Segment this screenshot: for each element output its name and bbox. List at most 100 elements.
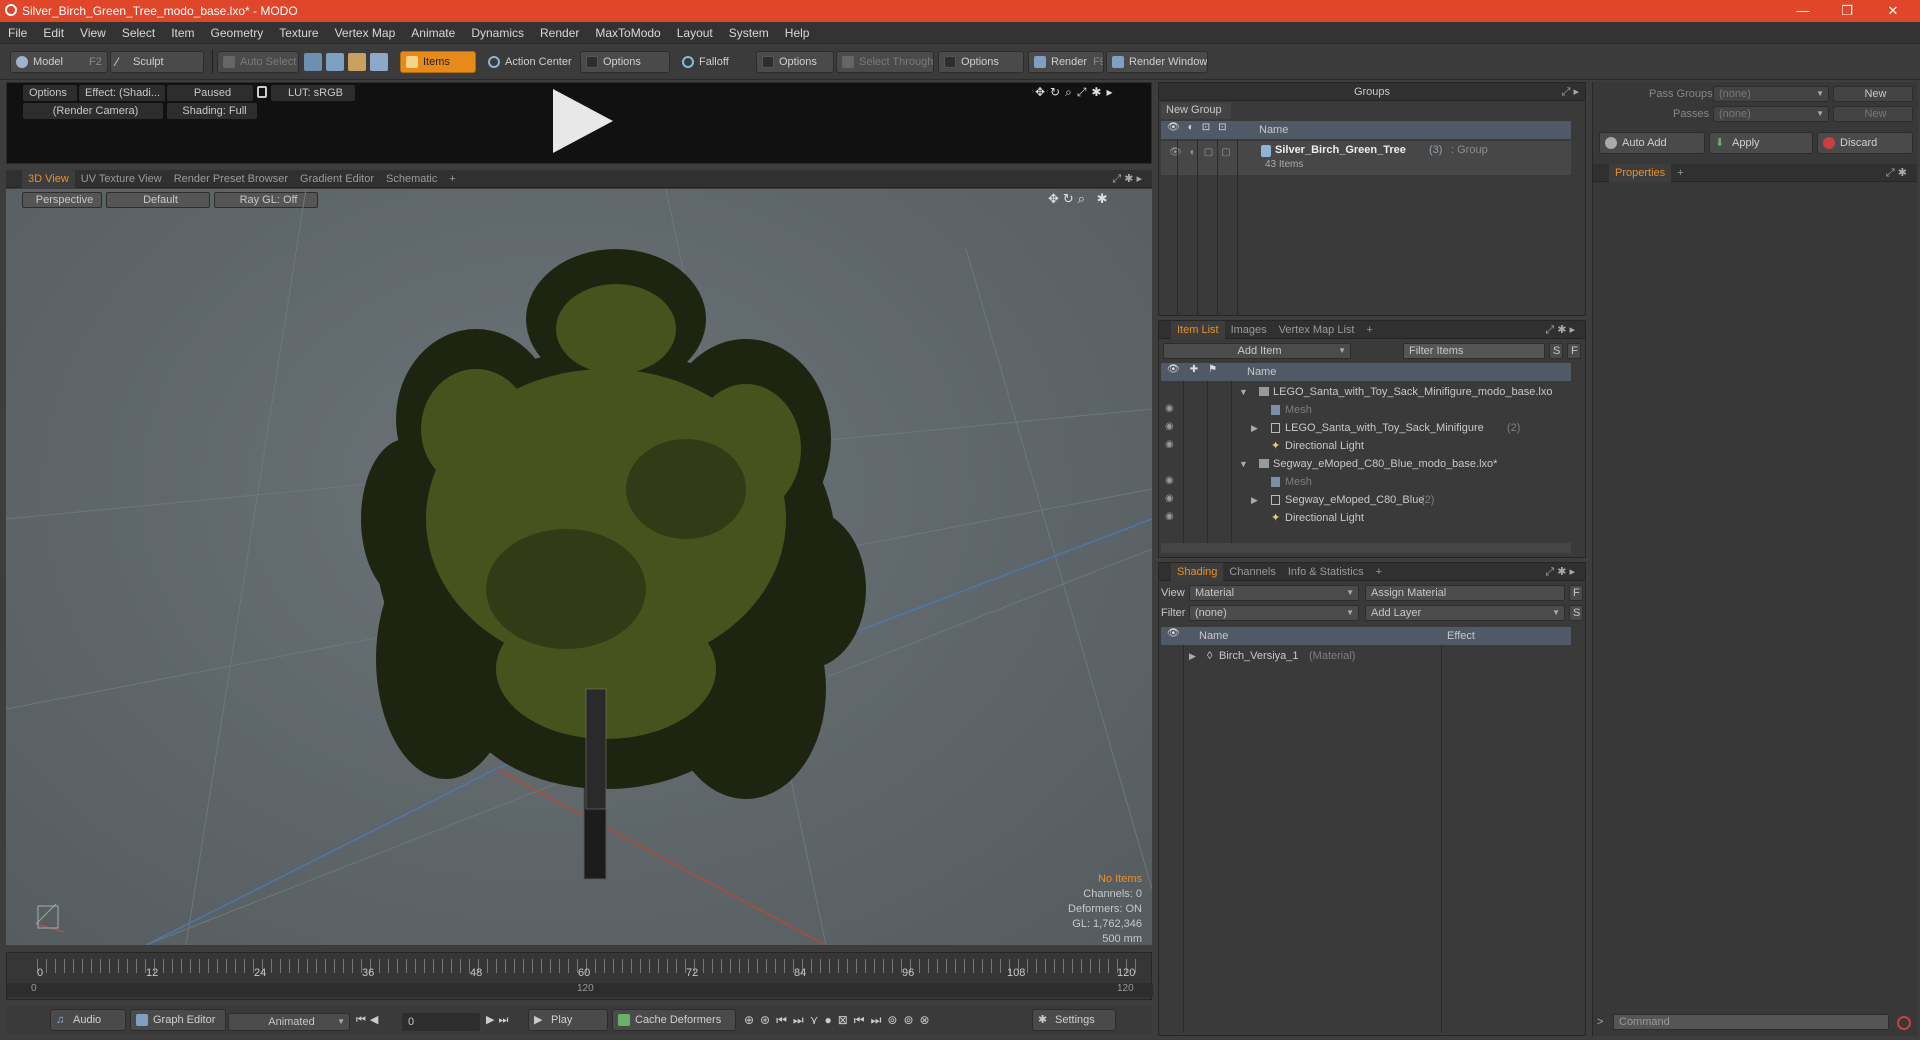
list-item[interactable]: ◉ Mesh — [1159, 401, 1569, 419]
tab-images[interactable]: Images — [1225, 321, 1273, 339]
tab-channels[interactable]: Channels — [1223, 563, 1281, 581]
preview-nav-icons[interactable]: ✥↻⌕⤢✱▸ — [1035, 85, 1118, 100]
tab-uv-texture-view[interactable]: UV Texture View — [75, 170, 168, 188]
group-row[interactable]: 👁◐▢▢ Silver_Birch_Green_Tree (3) : Group… — [1161, 141, 1571, 175]
cache-deformers-button[interactable]: Cache Deformers — [612, 1009, 736, 1031]
animated-dropdown[interactable]: Animated ▼ — [228, 1013, 350, 1031]
pass-groups-dropdown[interactable]: (none) ▼ — [1713, 86, 1829, 102]
expand-down-icon[interactable]: ▼ — [1239, 383, 1248, 401]
current-frame-input[interactable]: 0 — [402, 1013, 480, 1031]
menu-layout[interactable]: Layout — [669, 22, 721, 44]
list-item[interactable]: ▼ Segway_eMoped_C80_Blue_modo_base.lxo* — [1159, 455, 1569, 473]
properties-panel-controls-icon[interactable]: ⤢ ✱ — [1880, 164, 1913, 182]
viewport-tab-controls-icon[interactable]: ⤢ ✱ ▸ — [1106, 170, 1148, 188]
auto-add-button[interactable]: Auto Add — [1599, 132, 1705, 154]
visibility-eye-icon[interactable]: ◉ — [1165, 494, 1177, 504]
skip-back-icons[interactable]: ⏮◀ — [356, 1013, 382, 1027]
add-tab-button[interactable]: + — [1360, 321, 1378, 339]
apply-button[interactable]: ⬇ Apply — [1709, 132, 1813, 154]
list-item[interactable]: ◉ Mesh — [1159, 473, 1569, 491]
expand-down-icon[interactable]: ▼ — [1239, 455, 1248, 473]
horizontal-scrollbar[interactable] — [1161, 543, 1571, 553]
view-dropdown[interactable]: Material ▼ — [1189, 585, 1359, 601]
expand-right-icon[interactable]: ▶ — [1189, 647, 1196, 665]
tab-info-statistics[interactable]: Info & Statistics — [1282, 563, 1370, 581]
menu-view[interactable]: View — [72, 22, 114, 44]
preview-shading-dropdown[interactable]: Shading: Full — [167, 103, 257, 119]
graph-editor-button[interactable]: Graph Editor — [130, 1009, 226, 1031]
menu-file[interactable]: File — [0, 22, 35, 44]
expand-right-icon[interactable]: ▶ — [1251, 491, 1258, 509]
material-row[interactable]: ▶ ◊ Birch_Versiya_1 (Material) — [1159, 647, 1569, 665]
tab-properties[interactable]: Properties — [1609, 164, 1672, 182]
filter-dropdown[interactable]: (none) ▼ — [1189, 605, 1359, 621]
command-history-icon[interactable] — [1897, 1016, 1911, 1030]
close-button[interactable]: ✕ — [1878, 2, 1908, 20]
action-center-options-button[interactable]: Options — [580, 51, 670, 73]
menu-animate[interactable]: Animate — [403, 22, 463, 44]
visibility-eye-icon[interactable]: ◉ — [1165, 422, 1177, 432]
list-item[interactable]: ▼ LEGO_Santa_with_Toy_Sack_Minifigure_mod… — [1159, 383, 1569, 401]
skip-forward-icons[interactable]: ▶⏭ — [486, 1013, 512, 1027]
menu-dynamics[interactable]: Dynamics — [463, 22, 532, 44]
materials-mode-icon[interactable] — [370, 53, 388, 71]
polygons-mode-icon[interactable] — [348, 53, 366, 71]
tab-render-preset-browser[interactable]: Render Preset Browser — [168, 170, 294, 188]
sculpt-mode-button[interactable]: ⁄ Sculpt — [110, 51, 204, 73]
settings-button[interactable]: ✱ Settings — [1032, 1009, 1116, 1031]
filter-items-input[interactable]: Filter Items — [1403, 343, 1545, 359]
select-through-options-button[interactable]: Options — [938, 51, 1024, 73]
falloff-options-button[interactable]: Options — [756, 51, 834, 73]
menu-edit[interactable]: Edit — [35, 22, 72, 44]
falloff-button[interactable]: Falloff — [676, 51, 754, 73]
list-item[interactable]: ◉ ✦ Directional Light — [1159, 509, 1569, 527]
render-button[interactable]: Render F9 — [1028, 51, 1104, 73]
add-layer-dropdown[interactable]: Add Layer ▼ — [1365, 605, 1565, 621]
items-mode-button[interactable]: Items — [400, 51, 476, 73]
play-preview-icon[interactable] — [547, 87, 617, 157]
list-item[interactable]: ◉ ▶ Segway_eMoped_C80_Blue (2) — [1159, 491, 1569, 509]
menu-item[interactable]: Item — [163, 22, 202, 44]
list-item[interactable]: ◉ ✦ Directional Light — [1159, 437, 1569, 455]
expand-right-icon[interactable]: ▶ — [1251, 419, 1258, 437]
vertices-mode-icon[interactable] — [304, 53, 322, 71]
auto-select-button[interactable]: Auto Select — [217, 51, 299, 73]
model-mode-button[interactable]: Model F2 — [10, 51, 108, 73]
passes-dropdown[interactable]: (none) ▼ — [1713, 106, 1829, 122]
preview-paused-button[interactable]: Paused — [167, 85, 253, 101]
3d-viewport[interactable]: Perspective Default Ray GL: Off ✥↻⌕ ✱ No… — [6, 189, 1152, 945]
menu-help[interactable]: Help — [777, 22, 818, 44]
group-row-toggles-icon[interactable]: 👁◐▢▢ — [1169, 147, 1239, 158]
assign-material-button[interactable]: Assign Material — [1365, 585, 1565, 601]
list-item[interactable]: ◉ ▶ LEGO_Santa_with_Toy_Sack_Minifigure (2) — [1159, 419, 1569, 437]
add-tab-button[interactable]: + — [443, 170, 461, 188]
item-list-panel-controls-icon[interactable]: ⤢ ✱ ▸ — [1539, 321, 1581, 339]
minimize-button[interactable]: — — [1788, 2, 1818, 20]
tab-item-list[interactable]: Item List — [1171, 321, 1225, 339]
new-pass-group-button[interactable]: New — [1833, 86, 1913, 102]
select-through-button[interactable]: Select Through — [836, 51, 934, 73]
command-input[interactable]: Command — [1613, 1014, 1889, 1030]
menu-vertex-map[interactable]: Vertex Map — [327, 22, 404, 44]
preview-lut-dropdown[interactable]: LUT: sRGB — [271, 85, 355, 101]
tab-3d-view[interactable]: 3D View — [22, 170, 75, 188]
tab-vertex-map-list[interactable]: Vertex Map List — [1273, 321, 1361, 339]
tab-gradient-editor[interactable]: Gradient Editor — [294, 170, 380, 188]
menu-select[interactable]: Select — [114, 22, 163, 44]
visibility-eye-icon[interactable]: ◉ — [1165, 476, 1177, 486]
play-button[interactable]: ▶ Play — [528, 1009, 608, 1031]
visibility-eye-icon[interactable]: ◉ — [1165, 440, 1177, 450]
discard-button[interactable]: Discard — [1817, 132, 1913, 154]
render-window-button[interactable]: Render Window — [1106, 51, 1208, 73]
item-list-s-button[interactable]: S — [1549, 343, 1563, 359]
visibility-eye-icon[interactable]: ◉ — [1165, 512, 1177, 522]
timeline[interactable]: 0 12 24 36 48 60 72 84 96 108 120 0 120 … — [6, 952, 1153, 1000]
preview-effect-dropdown[interactable]: Effect: (Shadi... — [79, 85, 165, 101]
new-pass-button[interactable]: New — [1833, 106, 1913, 122]
shading-f-button[interactable]: F — [1569, 585, 1583, 601]
menu-geometry[interactable]: Geometry — [203, 22, 272, 44]
add-item-dropdown[interactable]: Add Item ▼ — [1163, 343, 1351, 359]
action-center-button[interactable]: Action Center — [482, 51, 576, 73]
edges-mode-icon[interactable] — [326, 53, 344, 71]
item-list-f-button[interactable]: F — [1567, 343, 1581, 359]
